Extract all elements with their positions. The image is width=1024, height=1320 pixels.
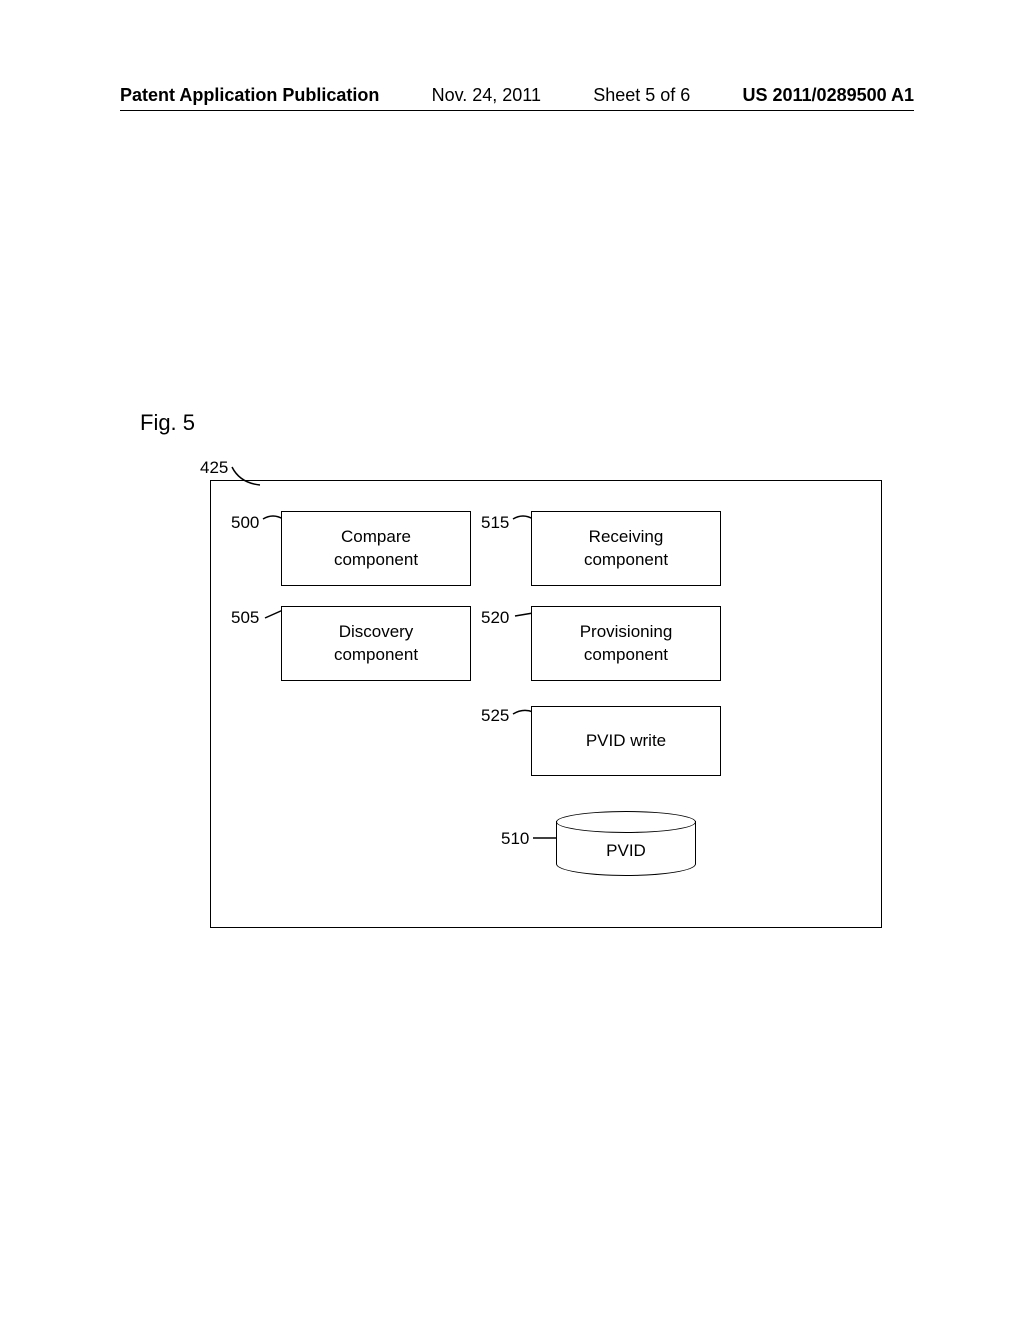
box-discovery-label: Discovery component <box>334 621 418 665</box>
page-header: Patent Application Publication Nov. 24, … <box>120 85 914 111</box>
header-sheet: Sheet 5 of 6 <box>593 85 690 106</box>
cylinder-pvid: PVID <box>556 811 696 881</box>
ref-510: 510 <box>501 829 529 849</box>
diagram-container: 500 Compare component 505 Discovery comp… <box>210 480 882 928</box>
box-receiving-label: Receiving component <box>584 526 668 570</box>
box-pvid-write: PVID write <box>531 706 721 776</box>
ref-505: 505 <box>231 608 259 628</box>
box-provisioning-label: Provisioning component <box>580 621 673 665</box>
leader-510 <box>531 833 559 843</box>
header-title: Patent Application Publication <box>120 85 379 106</box>
header-date: Nov. 24, 2011 <box>432 85 541 106</box>
box-compare: Compare component <box>281 511 471 586</box>
box-receiving: Receiving component <box>531 511 721 586</box>
ref-425: 425 <box>200 458 228 478</box>
ref-515: 515 <box>481 513 509 533</box>
box-provisioning: Provisioning component <box>531 606 721 681</box>
box-pvidwrite-label: PVID write <box>586 730 666 752</box>
header-pubnum: US 2011/0289500 A1 <box>743 85 914 106</box>
box-discovery: Discovery component <box>281 606 471 681</box>
box-compare-label: Compare component <box>334 526 418 570</box>
cylinder-top <box>556 811 696 833</box>
ref-500: 500 <box>231 513 259 533</box>
cylinder-label: PVID <box>606 841 646 861</box>
figure-caption: Fig. 5 <box>140 410 195 436</box>
ref-525: 525 <box>481 706 509 726</box>
ref-520: 520 <box>481 608 509 628</box>
